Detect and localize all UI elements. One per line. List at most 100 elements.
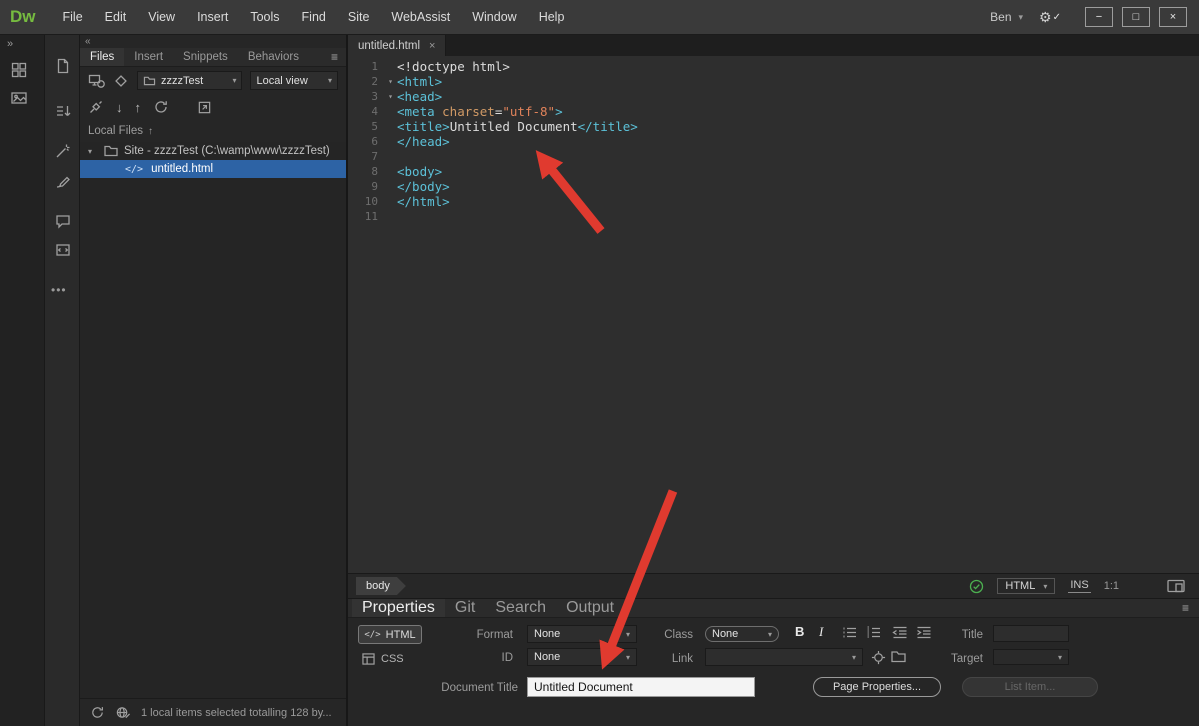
code-line-9[interactable]: 9</body> bbox=[348, 179, 1199, 194]
menu-list: FileEditViewInsertToolsFindSiteWebAssist… bbox=[52, 0, 576, 34]
document-tab[interactable]: untitled.html × bbox=[348, 35, 446, 56]
insert-mode-indicator[interactable]: INS bbox=[1068, 579, 1090, 593]
properties-tab-properties[interactable]: Properties bbox=[352, 599, 445, 617]
panel-tab-insert[interactable]: Insert bbox=[124, 48, 173, 66]
id-label: ID bbox=[448, 649, 513, 667]
unordered-list-button[interactable] bbox=[842, 626, 858, 639]
bold-button[interactable]: B bbox=[795, 624, 804, 639]
panel-tab-files[interactable]: Files bbox=[80, 48, 124, 66]
comments-button[interactable] bbox=[52, 210, 74, 232]
assets-button[interactable] bbox=[8, 87, 30, 109]
panel-tab-snippets[interactable]: Snippets bbox=[173, 48, 238, 66]
code-line-3[interactable]: 3▾<head> bbox=[348, 89, 1199, 104]
tree-root-row[interactable]: ▾ Site - zzzzTest (C:\wamp\www\zzzzTest) bbox=[80, 142, 346, 160]
properties-tab-output[interactable]: Output bbox=[556, 599, 624, 617]
page-properties-button[interactable]: Page Properties... bbox=[813, 677, 941, 697]
expand-panel-button[interactable]: » bbox=[7, 38, 13, 50]
get-files-button[interactable]: ↓ bbox=[116, 100, 123, 115]
sort-button[interactable] bbox=[52, 100, 74, 122]
repository-button[interactable] bbox=[113, 73, 129, 89]
properties-menu-icon[interactable]: ≡ bbox=[1182, 599, 1199, 617]
snippets-icon bbox=[54, 241, 72, 259]
italic-button[interactable]: I bbox=[819, 624, 823, 640]
properties-body: </> HTML CSS Format None ▾ ID None bbox=[348, 619, 1199, 726]
refresh-button[interactable] bbox=[153, 99, 169, 115]
html-mode-button[interactable]: </> HTML bbox=[358, 625, 422, 644]
maximize-button[interactable]: □ bbox=[1122, 7, 1150, 27]
files-toolbar-row2: ↓ ↑ bbox=[80, 94, 346, 120]
tag-selector-body[interactable]: body bbox=[356, 577, 406, 595]
menu-help[interactable]: Help bbox=[528, 0, 576, 34]
properties-tab-git[interactable]: Git bbox=[445, 599, 485, 617]
code-editor[interactable]: 1<!doctype html>2▾<html>3▾<head>4<meta c… bbox=[348, 56, 1199, 573]
menu-webassist[interactable]: WebAssist bbox=[380, 0, 461, 34]
code-line-8[interactable]: 8<body> bbox=[348, 164, 1199, 179]
server-connect-button[interactable] bbox=[88, 73, 105, 89]
fold-arrow-icon[interactable]: ▾ bbox=[384, 89, 397, 104]
code-line-11[interactable]: 11 bbox=[348, 209, 1199, 224]
properties-tab-search[interactable]: Search bbox=[485, 599, 556, 617]
check-icon: ✓ bbox=[1053, 12, 1061, 23]
chevron-down-icon: ▾ bbox=[1043, 582, 1047, 591]
menu-file[interactable]: File bbox=[52, 0, 94, 34]
code-line-2[interactable]: 2▾<html> bbox=[348, 74, 1199, 89]
menu-window[interactable]: Window bbox=[461, 0, 527, 34]
user-menu[interactable]: Ben ▾ bbox=[990, 10, 1023, 24]
menu-site[interactable]: Site bbox=[337, 0, 381, 34]
minimize-button[interactable]: − bbox=[1085, 7, 1113, 27]
selected-file-row[interactable]: </> untitled.html bbox=[80, 160, 346, 178]
point-to-file-button[interactable] bbox=[871, 650, 886, 665]
local-files-header[interactable]: Local Files ↑ bbox=[80, 120, 346, 142]
fold-arrow-icon[interactable]: ▾ bbox=[384, 74, 397, 89]
extract-button[interactable] bbox=[52, 140, 74, 162]
browse-file-button[interactable] bbox=[891, 650, 906, 663]
tab-close-icon[interactable]: × bbox=[429, 40, 435, 52]
collapse-panel-button[interactable]: « bbox=[80, 35, 346, 48]
css-mode-label: CSS bbox=[381, 653, 404, 665]
preview-button[interactable] bbox=[1167, 579, 1185, 594]
tree-collapse-icon[interactable]: ▾ bbox=[88, 147, 98, 156]
connect-server-button[interactable] bbox=[88, 99, 104, 115]
ordered-list-button[interactable] bbox=[866, 626, 882, 639]
target-select[interactable]: ▾ bbox=[993, 649, 1069, 665]
menu-edit[interactable]: Edit bbox=[94, 0, 138, 34]
fold-spacer bbox=[384, 104, 397, 119]
code-line-1[interactable]: 1<!doctype html> bbox=[348, 59, 1199, 74]
syntax-mode-select[interactable]: HTML ▾ bbox=[997, 578, 1055, 594]
sync-settings-button[interactable]: ⚙ ✓ bbox=[1039, 9, 1061, 26]
css-mode-button[interactable]: CSS bbox=[362, 650, 420, 667]
id-select[interactable]: None ▾ bbox=[527, 648, 637, 666]
workspace-button[interactable] bbox=[8, 59, 30, 81]
new-document-button[interactable] bbox=[52, 55, 74, 77]
menu-tools[interactable]: Tools bbox=[239, 0, 290, 34]
code-line-5[interactable]: 5<title>Untitled Document</title> bbox=[348, 119, 1199, 134]
log-button[interactable] bbox=[115, 705, 131, 720]
document-title-input[interactable] bbox=[527, 677, 755, 697]
format-select[interactable]: None ▾ bbox=[527, 625, 637, 643]
code-line-7[interactable]: 7 bbox=[348, 149, 1199, 164]
panel-menu-icon[interactable]: ≡ bbox=[331, 48, 346, 66]
snippets-button[interactable] bbox=[52, 239, 74, 261]
view-mode-select[interactable]: Local view ▾ bbox=[250, 71, 338, 90]
panel-tab-behaviors[interactable]: Behaviors bbox=[238, 48, 309, 66]
class-select[interactable]: None ▾ bbox=[705, 626, 779, 642]
code-text: <meta charset="utf-8"> bbox=[397, 104, 563, 119]
code-line-10[interactable]: 10</html> bbox=[348, 194, 1199, 209]
link-select[interactable]: ▾ bbox=[705, 648, 863, 666]
menu-find[interactable]: Find bbox=[291, 0, 337, 34]
code-line-4[interactable]: 4<meta charset="utf-8"> bbox=[348, 104, 1199, 119]
expand-panel-button[interactable] bbox=[197, 100, 212, 115]
tree-root-label: Site - zzzzTest (C:\wamp\www\zzzzTest) bbox=[124, 145, 330, 157]
list-item-button[interactable]: List Item... bbox=[962, 677, 1098, 697]
menu-insert[interactable]: Insert bbox=[186, 0, 239, 34]
more-tools-button[interactable]: ••• bbox=[51, 283, 67, 297]
refresh-status-button[interactable] bbox=[90, 705, 105, 720]
close-button[interactable]: × bbox=[1159, 7, 1187, 27]
outdent-button[interactable] bbox=[892, 626, 908, 639]
format-brush-button[interactable] bbox=[52, 170, 74, 192]
put-files-button[interactable]: ↑ bbox=[135, 100, 142, 115]
code-line-6[interactable]: 6</head> bbox=[348, 134, 1199, 149]
site-select[interactable]: zzzzTest ▾ bbox=[137, 71, 242, 90]
menu-view[interactable]: View bbox=[137, 0, 186, 34]
title-field[interactable] bbox=[993, 625, 1069, 642]
